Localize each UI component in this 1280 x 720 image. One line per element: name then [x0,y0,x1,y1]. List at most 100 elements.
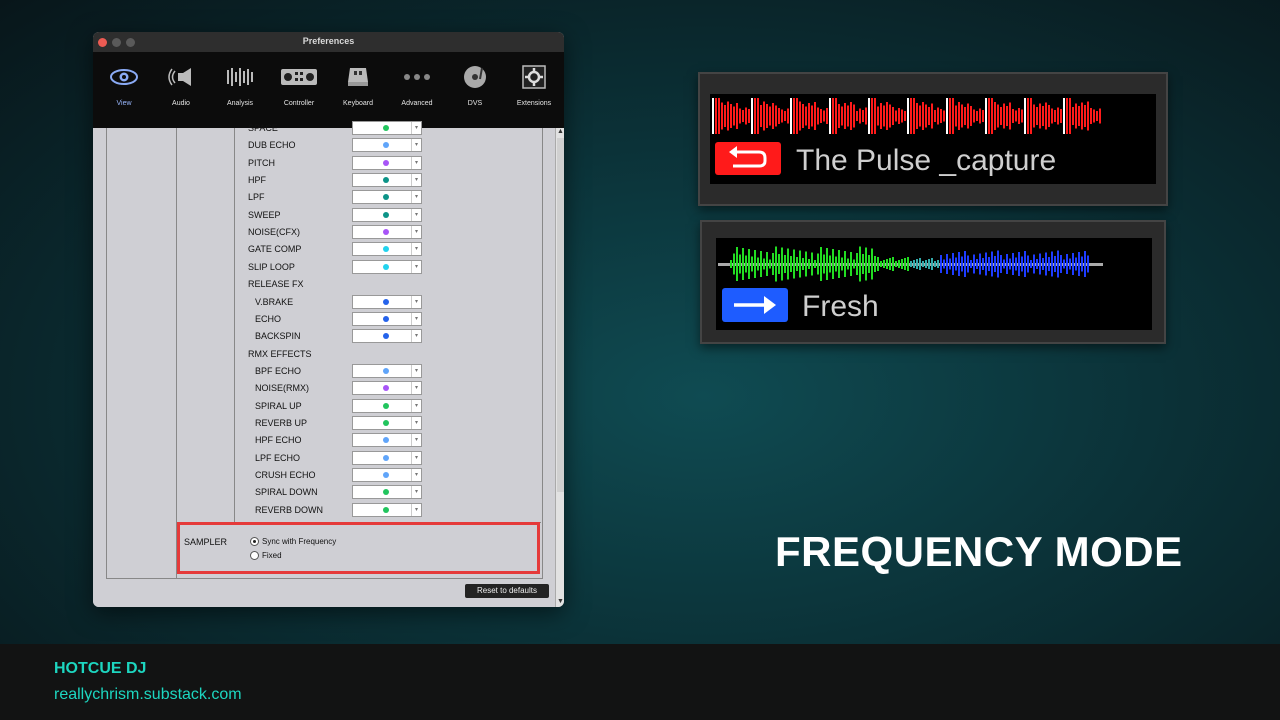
title-bar: Preferences [93,32,564,53]
fx-label: NOISE(RMX) [255,383,309,394]
sampler-section: SAMPLER Sync with Frequency Fixed [177,522,540,574]
fx-row: BPF ECHO ▾ [93,363,533,380]
color-swatch [383,246,389,253]
tab-controller[interactable]: Controller [269,60,329,107]
fx-color-select[interactable]: ▾ [352,311,422,326]
fx-label: HPF [248,175,266,186]
chevron-down-icon: ▾ [411,208,421,221]
fx-row: PITCH ▾ [93,155,533,172]
tab-extensions[interactable]: Extensions [504,60,564,107]
fx-label: DUB ECHO [248,140,296,151]
fx-label: REVERB DOWN [255,504,324,515]
fx-color-select[interactable]: ▾ [352,294,422,309]
fx-label: PITCH [248,157,275,168]
scroll-thumb[interactable] [557,138,564,492]
color-swatch [383,125,389,131]
color-swatch [383,506,389,513]
fx-color-select[interactable]: ▾ [352,415,422,430]
fx-label: SLIP LOOP [248,261,295,272]
fx-color-select[interactable]: ▾ [352,173,422,188]
fx-color-select[interactable]: ▾ [352,138,422,153]
tab-keyboard[interactable]: Keyboard [328,60,388,107]
reset-to-defaults-button[interactable]: Reset to defaults [465,584,549,598]
fx-color-select[interactable]: ▾ [352,381,422,396]
fx-color-select[interactable]: ▾ [352,502,422,517]
fx-row: ECHO ▾ [93,311,533,328]
tab-analysis[interactable]: Analysis [210,60,270,107]
tab-label: Controller [283,100,315,107]
fx-label: REVERB UP [255,417,308,428]
fx-row: DUB ECHO ▾ [93,137,533,154]
color-swatch [383,367,389,374]
fx-label: SPIRAL DOWN [255,487,318,498]
color-swatch [383,385,389,392]
fx-row: RELEASE FX [93,276,533,293]
track-panel-fresh: Fresh [700,220,1166,344]
fx-color-select[interactable]: ▾ [352,468,422,482]
fixed-option[interactable]: Fixed [250,551,282,561]
fx-row: CRUSH ECHO ▾ [93,467,533,484]
tab-label: Audio [172,100,190,107]
tab-view[interactable]: View [94,60,154,107]
fx-row: NOISE(CFX) ▾ [93,224,533,241]
bars-icon [210,60,270,94]
color-swatch [383,437,389,444]
color-swatch [383,177,389,184]
red-waveform [712,98,1101,134]
fx-color-select[interactable]: ▾ [352,398,422,413]
fx-color-select[interactable]: ▾ [352,190,422,205]
fx-color-select[interactable]: ▾ [352,242,422,257]
radio-button-selected[interactable] [250,537,259,547]
fx-row: BACKSPIN ▾ [93,328,533,345]
site-link[interactable]: reallychrism.substack.com [54,686,242,704]
arrow-right-icon[interactable] [722,288,788,322]
color-swatch [383,489,389,496]
fx-label: RMX EFFECTS [248,348,312,359]
fx-color-select[interactable]: ▾ [352,485,422,500]
scroll-down-arrow[interactable]: ▼ [556,598,564,606]
tab-dvs[interactable]: DVS [445,60,505,107]
chevron-down-icon: ▾ [411,469,421,481]
tab-advanced[interactable]: Advanced [387,60,447,107]
track-panel-pulse: The Pulse _capture [698,72,1168,206]
tab-label: Extensions [516,100,552,107]
sync-with-frequency-option[interactable]: Sync with Frequency [250,537,336,547]
dots-icon [387,60,447,94]
chevron-down-icon: ▾ [411,139,421,152]
chevron-down-icon: ▾ [411,330,421,343]
fx-color-select[interactable]: ▾ [352,225,422,240]
scrollbar[interactable]: ▲ ▼ [555,128,564,607]
fx-color-select[interactable]: ▾ [352,363,422,378]
fx-label: NOISE(CFX) [248,227,301,238]
chevron-down-icon: ▾ [411,243,421,256]
fx-color-select[interactable]: ▾ [352,259,422,274]
fx-label: SPACE [248,123,278,133]
color-swatch [383,229,389,236]
fx-color-select[interactable]: ▾ [352,155,422,170]
radio-button[interactable] [250,551,259,561]
fx-color-select[interactable]: ▾ [352,433,422,448]
color-swatch [383,419,389,426]
chevron-down-icon: ▾ [411,451,421,464]
fx-color-select[interactable]: ▾ [352,450,422,465]
loop-back-icon[interactable] [715,142,781,175]
fx-color-select[interactable]: ▾ [352,121,422,135]
color-swatch [383,194,389,201]
mode-title: FREQUENCY MODE [775,528,1183,575]
fx-label: SWEEP [248,209,281,220]
fx-row: SWEEP ▾ [93,207,533,224]
controller-icon [269,60,329,94]
chevron-down-icon: ▾ [411,364,421,377]
fx-row: SPIRAL DOWN ▾ [93,484,533,501]
fx-row: HPF ▾ [93,172,533,189]
color-swatch [383,211,389,218]
fx-color-select[interactable]: ▾ [352,207,422,222]
chevron-down-icon: ▾ [411,312,421,325]
turntable-icon [445,60,505,94]
fx-color-select[interactable]: ▾ [352,329,422,344]
fx-label: CRUSH ECHO [255,470,316,480]
scroll-up-arrow[interactable]: ▲ [556,128,564,136]
tab-audio[interactable]: Audio [151,60,211,107]
window-title: Preferences [302,36,355,46]
tab-label: Keyboard [343,100,373,107]
